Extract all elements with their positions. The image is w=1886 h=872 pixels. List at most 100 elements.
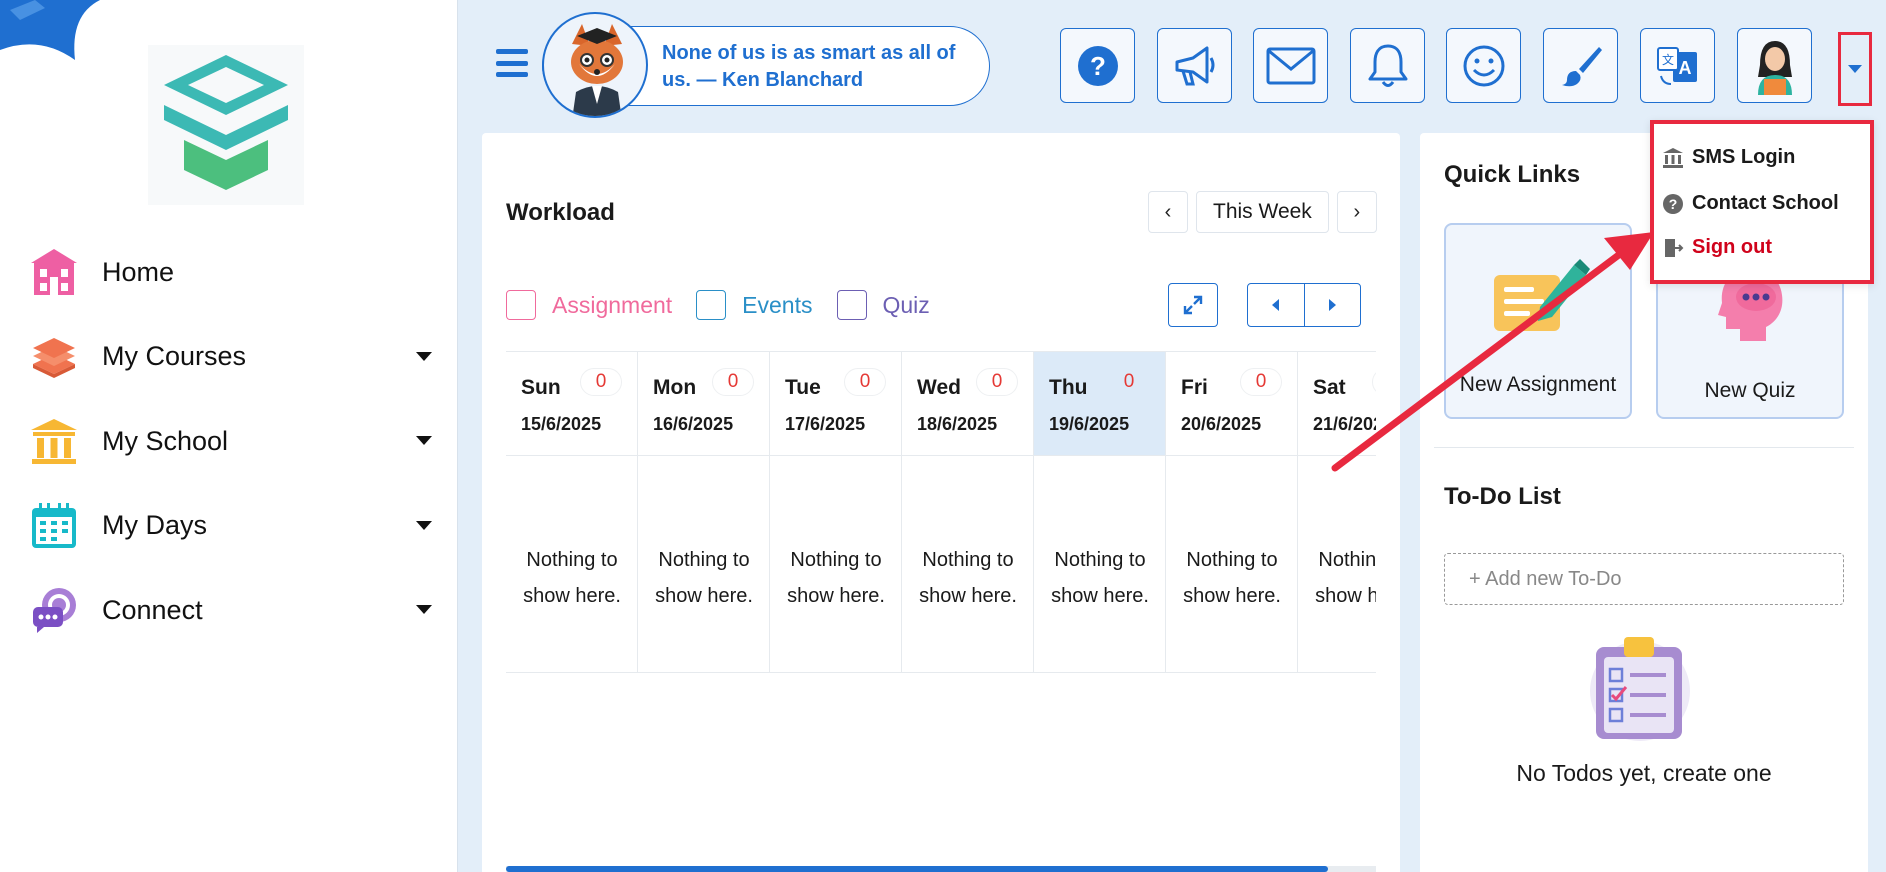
todo-empty-text: No Todos yet, create one <box>1516 760 1772 786</box>
assignment-checkbox[interactable] <box>506 290 536 320</box>
workload-title: Workload <box>506 199 615 226</box>
chevron-left-icon: ‹ <box>1164 200 1172 223</box>
profile-button[interactable] <box>1737 28 1812 103</box>
day-header: Mon 0 16/6/2025 <box>638 352 769 456</box>
day-header: Thu 0 19/6/2025 <box>1034 352 1165 456</box>
chevron-down-icon[interactable] <box>416 436 432 446</box>
sidebar-item-my-school[interactable]: My School <box>0 399 458 484</box>
mood-button[interactable] <box>1446 28 1521 103</box>
quote-text: None of us is as smart as all of us. — K… <box>662 42 956 91</box>
horizontal-scrollbar[interactable] <box>506 866 1376 872</box>
institution-columns-icon <box>28 415 80 467</box>
expand-button[interactable] <box>1168 283 1218 327</box>
day-date: 18/6/2025 <box>917 414 998 434</box>
day-column-today[interactable]: Thu 0 19/6/2025 Nothing to show here. <box>1034 352 1166 672</box>
new-assignment-tile[interactable]: New Assignment <box>1444 223 1632 419</box>
day-name: Mon <box>653 376 697 399</box>
todo-title: To-Do List <box>1444 483 1561 510</box>
day-column[interactable]: Mon 0 16/6/2025 Nothing to show here. <box>638 352 770 672</box>
caret-down-icon <box>1848 65 1862 73</box>
sidebar-item-label: Connect <box>102 594 203 625</box>
day-empty-text: Nothing to show here. <box>919 549 1017 607</box>
menu-item-label: SMS Login <box>1692 146 1796 168</box>
day-date: 20/6/2025 <box>1181 414 1262 434</box>
menu-item-sms-login[interactable]: SMS Login <box>1662 146 1795 169</box>
announcements-button[interactable] <box>1157 28 1232 103</box>
sidebar-item-my-days[interactable]: My Days <box>0 484 458 569</box>
user-avatar-icon <box>1757 40 1792 95</box>
day-column[interactable]: Tue 0 17/6/2025 Nothing to show here. <box>770 352 902 672</box>
day-empty-text: Nothing to show here. <box>787 549 885 607</box>
day-count-badge: 0 <box>1240 368 1282 396</box>
events-checkbox[interactable] <box>696 290 727 320</box>
day-name: Wed <box>917 376 961 399</box>
caret-right-icon <box>1328 299 1336 311</box>
day-date: 19/6/2025 <box>1049 414 1130 434</box>
theme-button[interactable] <box>1543 28 1618 103</box>
messages-button[interactable] <box>1253 28 1328 103</box>
sidebar-item-my-courses[interactable]: My Courses <box>0 315 458 400</box>
sidebar-item-label: My Days <box>102 510 208 541</box>
day-empty-text: Nothing to show here. <box>523 549 621 607</box>
day-name: Tue <box>785 376 821 399</box>
language-button[interactable]: A文 <box>1640 28 1715 103</box>
filter-assignment[interactable]: Assignment <box>506 290 672 320</box>
sidebar-item-label: My School <box>102 425 229 456</box>
quiz-checkbox[interactable] <box>836 290 867 320</box>
chevron-down-icon[interactable] <box>416 605 432 615</box>
question-circle-icon: ? <box>1077 45 1118 86</box>
scroll-left-button[interactable] <box>1248 284 1305 326</box>
day-count-badge: 0 <box>976 368 1018 396</box>
menu-item-contact-school[interactable]: ? Contact School <box>1662 192 1839 215</box>
scrollbar-thumb[interactable] <box>506 866 1328 872</box>
filter-quiz[interactable]: Quiz <box>836 290 930 320</box>
sidebar-item-home[interactable]: Home <box>0 230 458 315</box>
day-header: Fri 0 20/6/2025 <box>1166 352 1297 456</box>
help-button[interactable]: ? <box>1060 28 1135 103</box>
quick-links-title: Quick Links <box>1444 161 1581 188</box>
add-todo-input[interactable]: + Add new To-Do <box>1444 553 1844 605</box>
svg-text:?: ? <box>1669 196 1678 212</box>
books-stack-icon <box>28 331 80 383</box>
day-date: 17/6/2025 <box>785 414 866 434</box>
assignment-pencil-icon <box>1494 259 1590 331</box>
divider <box>1434 447 1854 448</box>
week-label[interactable]: This Week <box>1196 191 1329 233</box>
day-header: Tue 0 17/6/2025 <box>770 352 901 456</box>
day-header: Sat 0 21/6/2025 <box>1298 352 1376 456</box>
day-column[interactable]: Sat 0 21/6/2025 Nothing to show here. <box>1298 352 1376 672</box>
previous-week-button[interactable]: ‹ <box>1148 191 1188 233</box>
sidebar-item-label: Home <box>102 256 175 287</box>
envelope-icon <box>1266 47 1315 84</box>
sidebar-item-connect[interactable]: Connect <box>0 568 458 653</box>
filter-events[interactable]: Events <box>696 290 813 320</box>
user-dropdown-menu: SMS Login ? Contact School Sign out <box>1650 120 1874 284</box>
filter-label: Events <box>742 291 813 318</box>
chevron-down-icon[interactable] <box>416 520 432 530</box>
day-count-badge: 0 <box>712 368 754 396</box>
scroll-pager <box>1247 283 1361 327</box>
user-menu-toggle[interactable] <box>1838 32 1872 106</box>
day-column[interactable]: Wed 0 18/6/2025 Nothing to show here. <box>902 352 1034 672</box>
fox-mascot-avatar <box>542 12 648 118</box>
svg-text:?: ? <box>1090 51 1106 81</box>
school-logo[interactable] <box>148 45 304 205</box>
school-building-icon <box>28 246 80 298</box>
door-exit-icon <box>1665 238 1684 257</box>
calendar-icon <box>28 500 80 552</box>
day-name: Sun <box>521 376 561 399</box>
next-week-button[interactable]: › <box>1336 191 1377 233</box>
chevron-down-icon[interactable] <box>416 351 432 361</box>
day-column[interactable]: Sun 0 15/6/2025 Nothing to show here. <box>506 352 638 672</box>
day-header: Wed 0 18/6/2025 <box>902 352 1033 456</box>
notifications-button[interactable] <box>1350 28 1425 103</box>
chevron-right-icon: › <box>1353 200 1361 223</box>
menu-item-sign-out[interactable]: Sign out <box>1662 236 1772 259</box>
day-column[interactable]: Fri 0 20/6/2025 Nothing to show here. <box>1166 352 1298 672</box>
menu-toggle-icon[interactable] <box>496 49 528 77</box>
scroll-right-button[interactable] <box>1305 284 1361 326</box>
day-name: Fri <box>1181 376 1208 399</box>
day-count-badge: 0 <box>844 368 886 396</box>
day-count-badge: 0 <box>1372 368 1376 396</box>
day-date: 21/6/2025 <box>1313 414 1376 434</box>
